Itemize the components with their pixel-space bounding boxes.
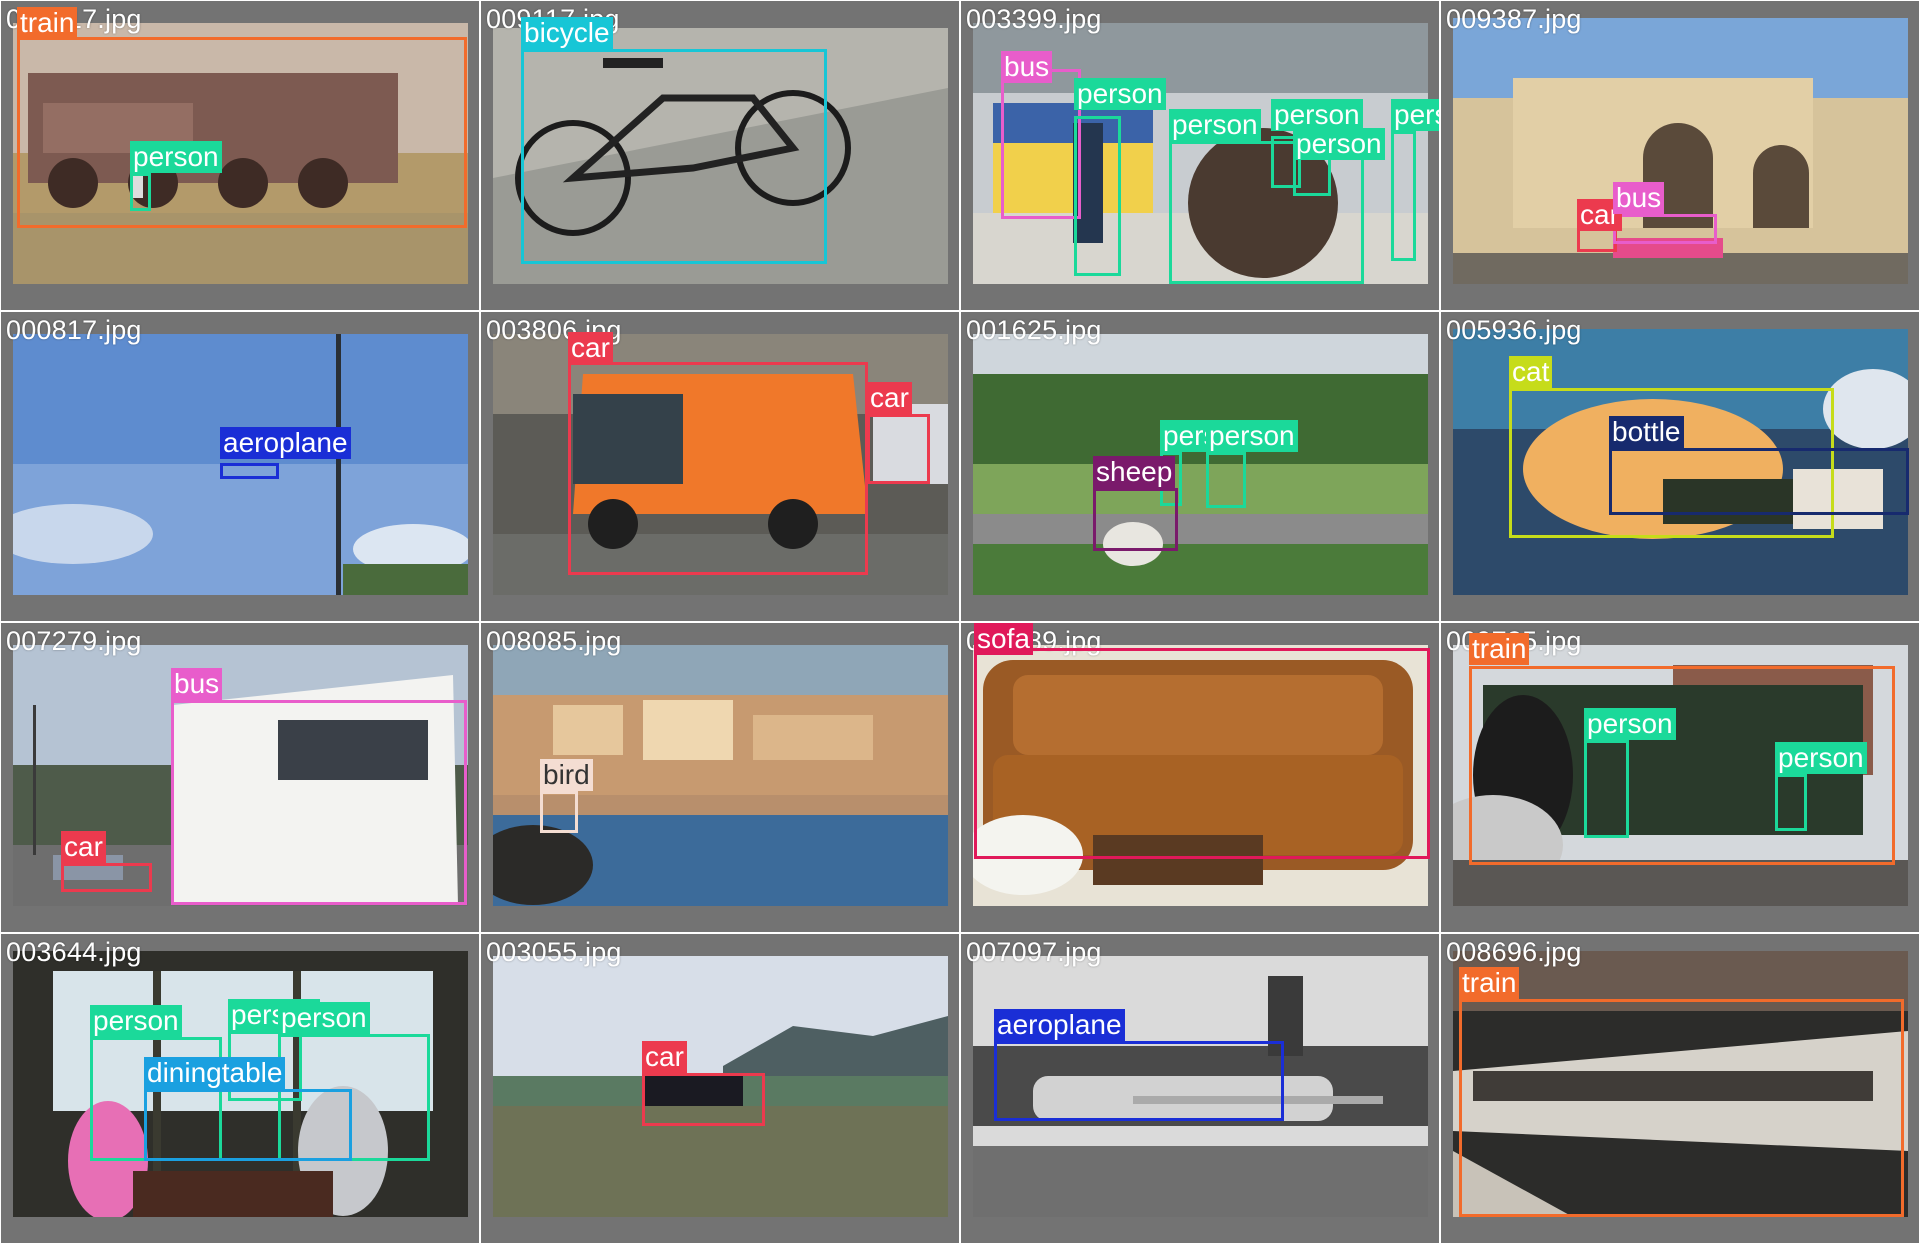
label-bus: bus [1001, 51, 1053, 83]
filename: 008696.jpg [1446, 937, 1582, 967]
prediction-grid: 000017.jpg train person 009117.jpg bicyc… [0, 0, 1920, 1244]
tile: 005936.jpg cat bottle [1440, 311, 1920, 622]
photo [973, 334, 1428, 595]
filename: 007279.jpg [6, 626, 142, 656]
box-bus [1001, 69, 1081, 219]
tile: 004489.jpg sofa [960, 622, 1440, 933]
label-diningtable: diningtable [144, 1057, 286, 1089]
scene-image [1453, 18, 1908, 284]
tile: 003644.jpg person person person diningta… [0, 933, 480, 1244]
box-person [1074, 116, 1121, 276]
box-person [1169, 141, 1364, 284]
box-person [1584, 740, 1629, 838]
box-bicycle [521, 49, 827, 264]
box-train [1459, 999, 1904, 1217]
filename: 001625.jpg [966, 315, 1102, 345]
photo [1453, 18, 1908, 284]
tile: 008696.jpg train [1440, 933, 1920, 1244]
label-train: train [1459, 967, 1520, 999]
label-person: person [1206, 420, 1298, 452]
label-sofa: sofa [974, 623, 1033, 655]
label-person: person [1391, 99, 1439, 131]
label-person: person [1271, 99, 1363, 131]
label-car: car [568, 332, 613, 364]
label-person: person [1169, 109, 1261, 141]
label-bus: bus [171, 668, 223, 700]
box-bus [1613, 214, 1717, 244]
box-sheep [1093, 488, 1178, 551]
filename: 003399.jpg [966, 4, 1102, 34]
tile: 008085.jpg bird [480, 622, 960, 933]
box-train [17, 37, 467, 228]
label-sheep: sheep [1093, 456, 1176, 488]
tile: 003055.jpg car [480, 933, 960, 1244]
label-person: person [1775, 742, 1867, 774]
box-car [61, 863, 152, 892]
box-car [867, 414, 930, 484]
label-car: car [61, 831, 106, 863]
tile: 000817.jpg aeroplane [0, 311, 480, 622]
label-person: person [1293, 128, 1385, 160]
filename: 009387.jpg [1446, 4, 1582, 34]
label-bus: bus [1613, 182, 1665, 214]
label-train: train [1469, 633, 1530, 665]
box-car [568, 362, 868, 575]
label-aeroplane: aeroplane [220, 427, 351, 459]
filename: 003055.jpg [486, 937, 622, 967]
label-train: train [17, 7, 78, 39]
label-person: person [130, 141, 222, 173]
box-diningtable [144, 1089, 352, 1161]
tile: 009735.jpg train person person [1440, 622, 1920, 933]
label-car: car [867, 382, 912, 414]
tile: 007097.jpg aeroplane [960, 933, 1440, 1244]
box-person [1206, 452, 1246, 508]
tile: 003806.jpg car car [480, 311, 960, 622]
box-person [130, 173, 151, 211]
tile: 000017.jpg train person [0, 0, 480, 311]
box-aeroplane [994, 1041, 1284, 1121]
box-person [1775, 774, 1807, 831]
tile: 003399.jpg bus person person person pers… [960, 0, 1440, 311]
label-bottle: bottle [1609, 416, 1684, 448]
filename: 000817.jpg [6, 315, 142, 345]
box-aeroplane [220, 463, 279, 479]
filename: 005936.jpg [1446, 315, 1582, 345]
label-person: person [1074, 78, 1166, 110]
box-bottle [1609, 448, 1909, 515]
filename: 007097.jpg [966, 937, 1102, 967]
box-car [642, 1073, 765, 1126]
label-bird: bird [540, 759, 593, 791]
label-bicycle: bicycle [521, 17, 613, 49]
label-aeroplane: aeroplane [994, 1009, 1125, 1041]
box-sofa [974, 648, 1430, 859]
tile: 009117.jpg bicycle [480, 0, 960, 311]
label-person: person [90, 1005, 182, 1037]
scene-image [973, 334, 1428, 595]
label-cat: cat [1509, 356, 1553, 388]
filename: 008085.jpg [486, 626, 622, 656]
box-person [1293, 156, 1331, 196]
label-person: person [1584, 708, 1676, 740]
tile: 009387.jpg car bus [1440, 0, 1920, 311]
box-person [1391, 131, 1416, 261]
label-person: person [278, 1002, 370, 1034]
box-bird [540, 791, 578, 833]
label-car: car [642, 1041, 687, 1073]
filename: 003644.jpg [6, 937, 142, 967]
tile: 001625.jpg person person sheep [960, 311, 1440, 622]
tile: 007279.jpg bus car [0, 622, 480, 933]
box-bus [171, 700, 467, 905]
